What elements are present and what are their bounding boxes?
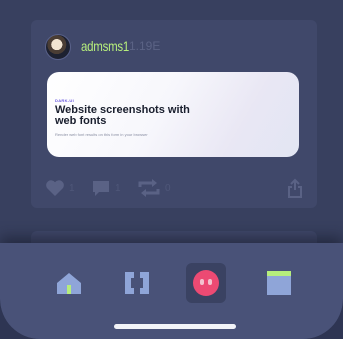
repost-icon xyxy=(138,179,160,197)
avatar[interactable] xyxy=(45,34,71,60)
like-button[interactable]: 1 xyxy=(45,178,75,198)
brackets-icon xyxy=(125,272,149,294)
post-card[interactable]: admsms1 1.19E DARK-UI Website screenshot… xyxy=(31,20,317,208)
share-icon xyxy=(288,178,302,198)
heart-icon xyxy=(46,180,64,196)
tab-avatar[interactable] xyxy=(186,263,226,303)
home-indicator[interactable] xyxy=(114,324,236,329)
window-icon xyxy=(267,271,291,295)
tab-browser[interactable] xyxy=(259,263,299,303)
link-preview-title: Website screenshots with web fonts xyxy=(55,104,190,127)
like-count: 1 xyxy=(69,182,75,194)
share-button[interactable] xyxy=(287,178,303,198)
tab-bar xyxy=(0,243,343,339)
post-actions: 1 1 0 xyxy=(45,178,303,198)
link-preview-card[interactable]: DARK-UI Website screenshots with web fon… xyxy=(47,72,299,157)
post-username[interactable]: admsms1 xyxy=(81,38,129,54)
creature-icon xyxy=(193,270,219,296)
phone-screen: admsms1 1.19E DARK-UI Website screenshot… xyxy=(0,0,343,339)
repost-count: 0 xyxy=(165,182,171,194)
post-timestamp: 1.19E xyxy=(129,39,161,53)
link-preview-kicker: DARK-UI xyxy=(55,98,74,103)
tab-home[interactable] xyxy=(49,263,89,303)
link-preview-subtitle: Render web font results on this form in … xyxy=(55,132,148,137)
home-icon xyxy=(57,273,81,294)
comment-icon xyxy=(93,181,109,196)
tab-code[interactable] xyxy=(117,263,157,303)
comment-button[interactable]: 1 xyxy=(91,178,121,198)
repost-button[interactable]: 0 xyxy=(137,178,171,198)
comment-count: 1 xyxy=(115,182,121,194)
